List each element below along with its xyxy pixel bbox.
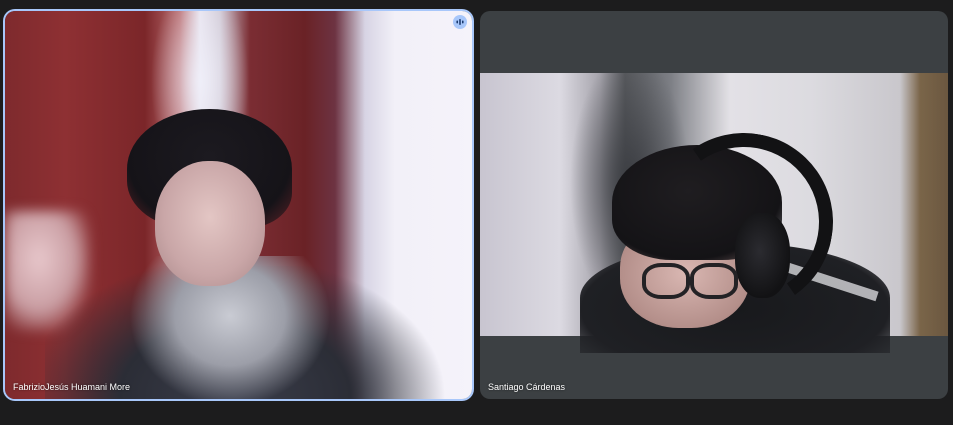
participant-tile-santiago[interactable]: Santiago Cárdenas xyxy=(480,11,948,399)
participant-name-label: Santiago Cárdenas xyxy=(488,382,566,392)
video-scene-glasses xyxy=(628,263,738,299)
participant-tile-fabrizio[interactable]: FabrizioJesús Huamani More xyxy=(5,11,472,399)
participant-video-feed xyxy=(5,11,472,399)
video-scene-earcup xyxy=(735,213,790,298)
participant-video-feed xyxy=(480,73,948,353)
audio-level-icon xyxy=(453,15,467,29)
video-scene-face xyxy=(155,161,265,286)
video-call-grid: FabrizioJesús Huamani More Santiago Cárd… xyxy=(0,0,953,425)
participant-name-label: FabrizioJesús Huamani More xyxy=(13,382,131,392)
